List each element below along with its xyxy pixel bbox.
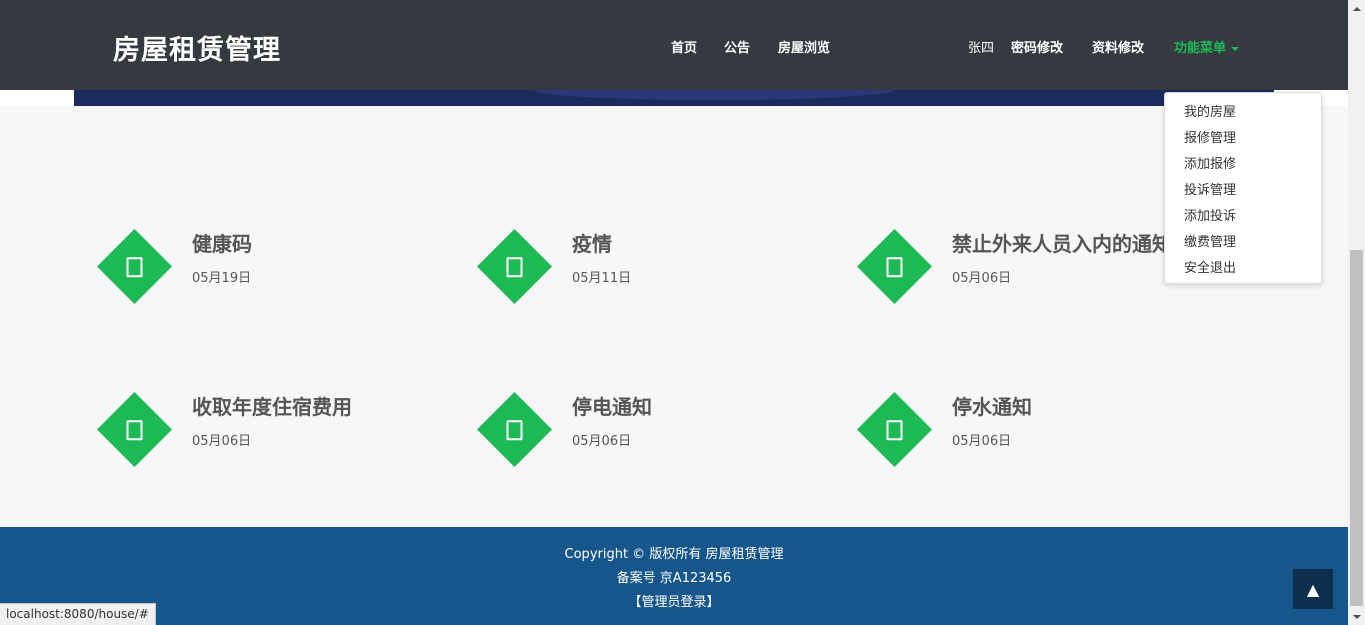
notice-icon	[126, 256, 143, 277]
browser-status-url: localhost:8080/house/#	[0, 603, 156, 625]
notice-title[interactable]: 停水通知	[952, 391, 1222, 420]
brand-logo-text[interactable]: 房屋租赁管理	[113, 28, 281, 67]
caret-down-icon	[1231, 46, 1240, 51]
current-user-name: 张四	[968, 41, 995, 56]
footer-copyright: Copyright © 版权所有 房屋租赁管理	[564, 547, 784, 562]
notice-badge	[477, 229, 552, 304]
notice-title[interactable]: 收取年度住宿费用	[192, 391, 462, 420]
notice-icon	[126, 419, 143, 440]
notice-date: 05月19日	[192, 271, 252, 286]
nav-password-change[interactable]: 密码修改	[1011, 37, 1063, 56]
notice-icon	[506, 256, 523, 277]
scroll-up-arrow-icon[interactable]	[1348, 0, 1365, 17]
notice-badge	[857, 229, 932, 304]
hero-banner-image	[74, 90, 1274, 106]
function-menu-toggle[interactable]: 功能菜单	[1174, 37, 1240, 56]
function-menu-label: 功能菜单	[1174, 41, 1227, 56]
notice-icon	[886, 256, 903, 277]
notice-icon	[506, 419, 523, 440]
notice-badge	[857, 392, 932, 467]
menu-item-my-house[interactable]: 我的房屋	[1165, 100, 1321, 126]
page-footer: Copyright © 版权所有 房屋租赁管理 备案号 京A123456 【管理…	[0, 527, 1348, 625]
back-to-top-button[interactable]: ▲	[1293, 569, 1333, 609]
notice-card[interactable]: 疫情 05月11日	[477, 228, 842, 319]
notice-date: 05月06日	[572, 434, 632, 449]
notice-badge	[477, 392, 552, 467]
menu-item-payment-management[interactable]: 缴费管理	[1165, 230, 1321, 256]
footer-icp-number: 备案号 京A123456	[616, 571, 732, 586]
menu-item-repair-management[interactable]: 报修管理	[1165, 126, 1321, 152]
scroll-down-arrow-icon[interactable]	[1348, 608, 1365, 625]
notice-card[interactable]: 停水通知 05月06日	[857, 391, 1222, 482]
menu-item-add-repair[interactable]: 添加报修	[1165, 152, 1321, 178]
function-menu-dropdown: 我的房屋 报修管理 添加报修 投诉管理 添加投诉 缴费管理 安全退出	[1164, 92, 1322, 284]
nav-profile-edit[interactable]: 资料修改	[1092, 37, 1144, 56]
menu-item-complaint-management[interactable]: 投诉管理	[1165, 178, 1321, 204]
notice-badge	[97, 229, 172, 304]
nav-announcements[interactable]: 公告	[724, 37, 750, 56]
notice-title[interactable]: 疫情	[572, 228, 842, 257]
top-navbar: 房屋租赁管理 首页 公告 房屋浏览 张四 密码修改 资料修改 功能菜单	[0, 0, 1348, 90]
menu-item-logout[interactable]: 安全退出	[1165, 256, 1321, 282]
page-scrollbar[interactable]	[1348, 0, 1365, 625]
notice-title[interactable]: 停电通知	[572, 391, 842, 420]
scrollbar-thumb[interactable]	[1350, 250, 1363, 606]
menu-item-add-complaint[interactable]: 添加投诉	[1165, 204, 1321, 230]
notice-card[interactable]: 收取年度住宿费用 05月06日	[97, 391, 462, 482]
footer-admin-login-link[interactable]: 【管理员登录】	[0, 591, 1348, 610]
notice-icon	[886, 419, 903, 440]
nav-home[interactable]: 首页	[671, 37, 697, 56]
nav-house-browse[interactable]: 房屋浏览	[778, 37, 830, 56]
notice-date: 05月06日	[952, 271, 1012, 286]
notice-badge	[97, 392, 172, 467]
notice-title[interactable]: 健康码	[192, 228, 462, 257]
notice-date: 05月06日	[192, 434, 252, 449]
notice-date: 05月06日	[952, 434, 1012, 449]
notice-card[interactable]: 健康码 05月19日	[97, 228, 462, 319]
notice-date: 05月11日	[572, 271, 632, 286]
notice-card[interactable]: 停电通知 05月06日	[477, 391, 842, 482]
